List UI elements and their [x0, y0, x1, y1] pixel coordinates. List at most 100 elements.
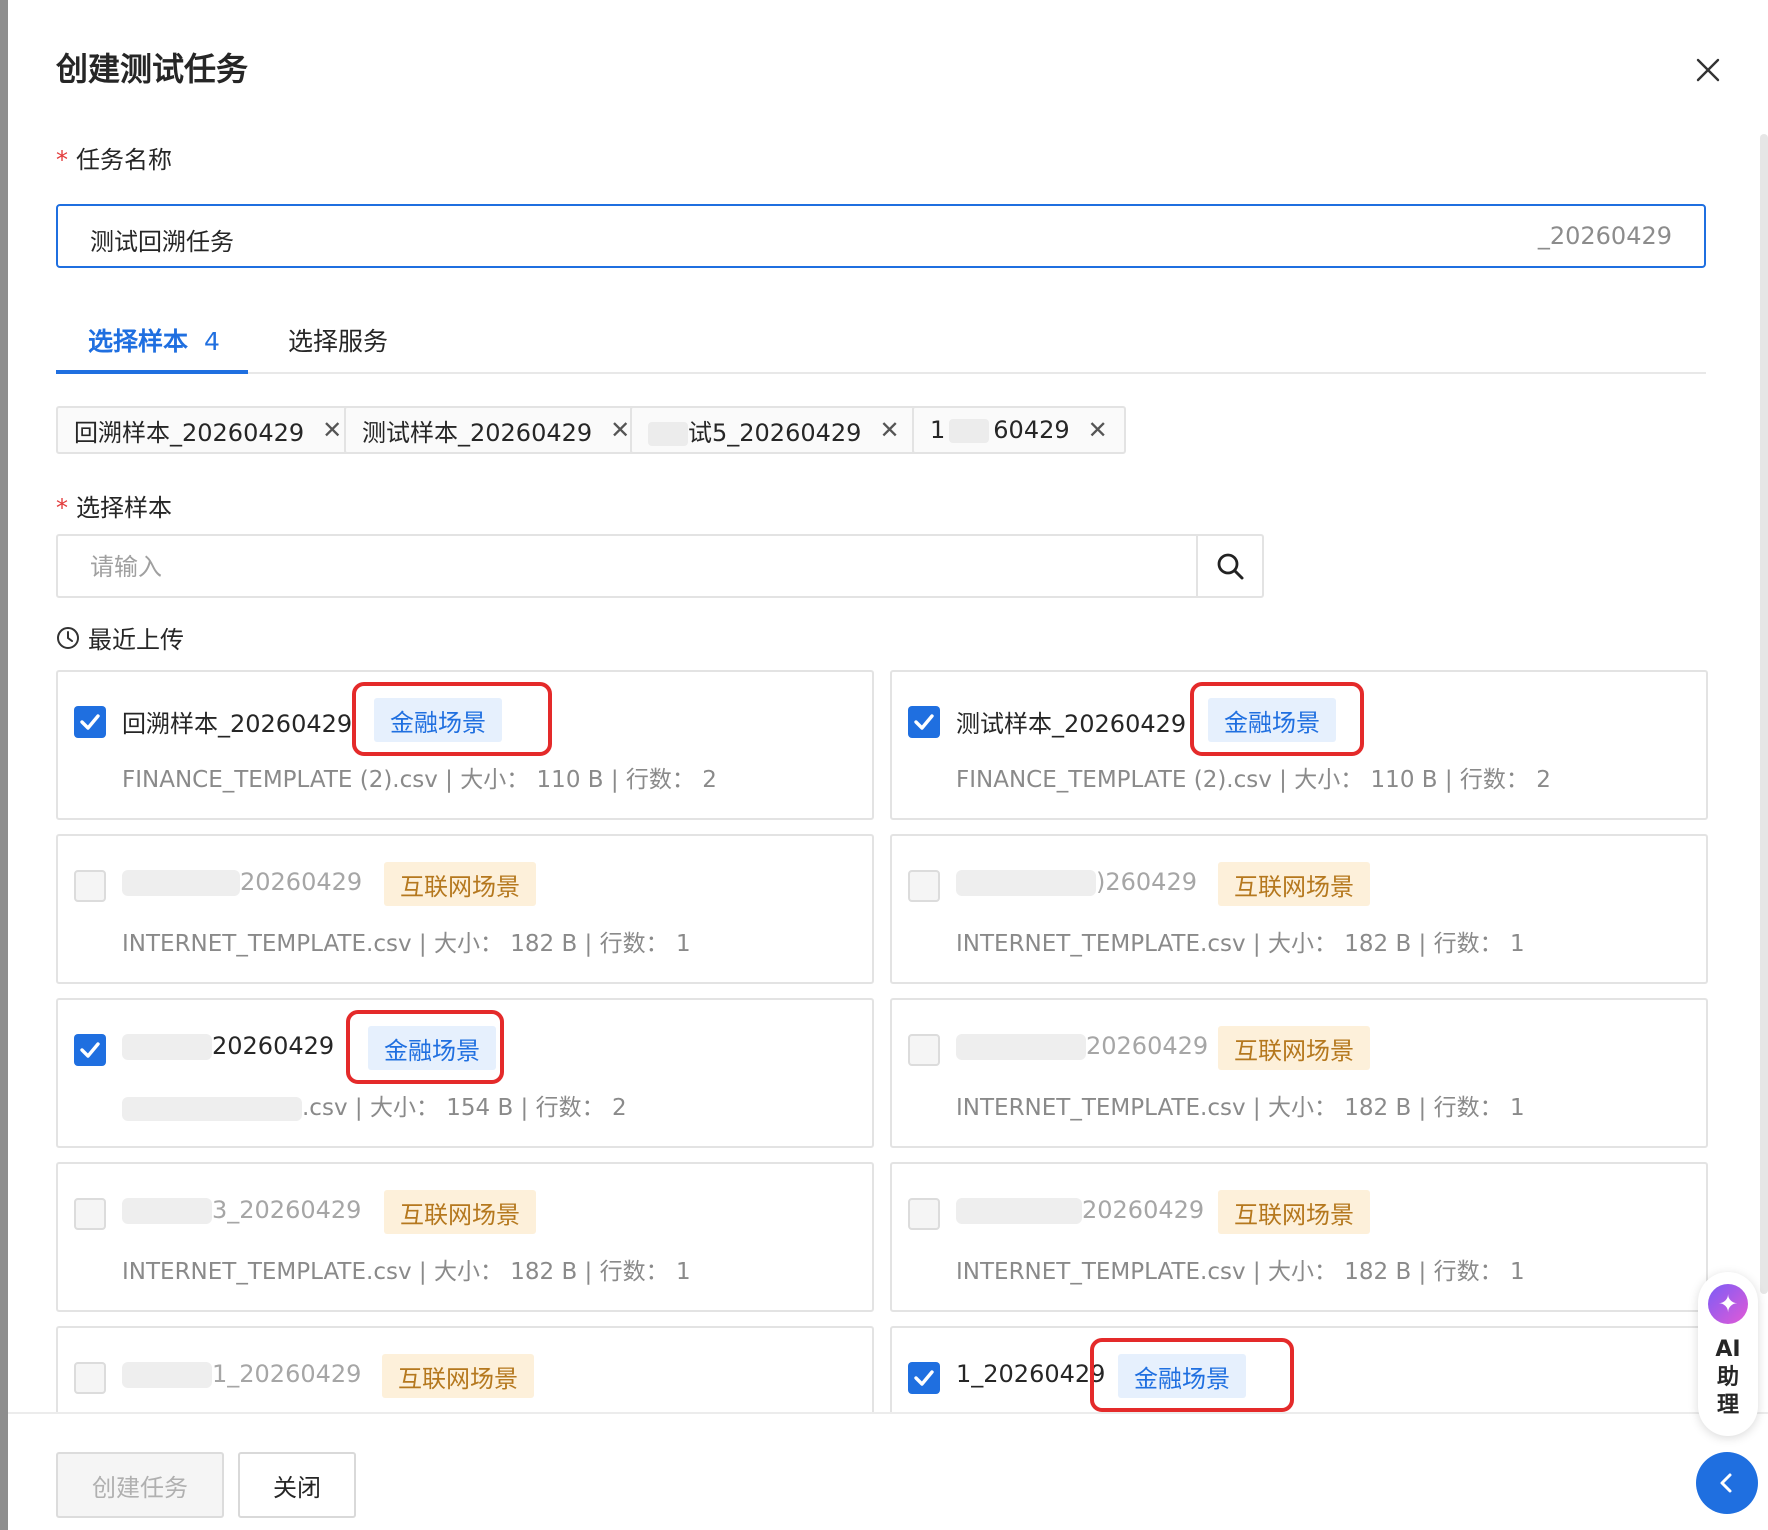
redacted-text: [122, 1362, 212, 1388]
file-name: INTERNET_TEMPLATE.csv: [122, 931, 412, 957]
sample-card[interactable]: 测试样本_20260429 金融场景 FINANCE_TEMPLATE (2).…: [890, 670, 1708, 820]
highlight-box: [346, 1010, 504, 1084]
sample-name: 1_20260429: [212, 1360, 362, 1388]
sample-checkbox[interactable]: [908, 1362, 940, 1394]
modal-title: 创建测试任务: [56, 50, 249, 88]
ai-label-char: 理: [1716, 1393, 1739, 1418]
scene-tag: 互联网场景: [384, 862, 536, 906]
modal-backdrop: [0, 0, 8, 1530]
ai-logo-icon: ✦: [1708, 1284, 1748, 1324]
sample-checkbox[interactable]: [908, 1034, 940, 1066]
tab-select-sample[interactable]: 选择样本 4: [88, 322, 220, 358]
sample-name: 20260429: [240, 868, 363, 896]
size-label: 大小：: [1294, 767, 1364, 793]
row-count: 2: [1536, 767, 1551, 793]
sample-checkbox[interactable]: [908, 706, 940, 738]
sample-checkbox[interactable]: [908, 1198, 940, 1230]
sample-card-list: 回溯样本_20260429 金融场景 FINANCE_TEMPLATE (2).…: [56, 670, 1716, 1412]
sample-checkbox[interactable]: [74, 1362, 106, 1394]
rows-label: 行数：: [1433, 1259, 1503, 1285]
redacted-text: [956, 1034, 1086, 1060]
row-count: 1: [675, 931, 691, 957]
file-size: 182 B: [1344, 1259, 1412, 1285]
sample-card[interactable]: 3_20260429 互联网场景 INTERNET_TEMPLATE.csv |…: [56, 1162, 874, 1312]
chip-label-prefix: 1: [930, 416, 946, 444]
highlight-box: [1090, 1338, 1294, 1412]
scene-tag: 互联网场景: [382, 1354, 534, 1398]
sample-card[interactable]: 20260429 互联网场景 INTERNET_TEMPLATE.csv | 大…: [890, 1162, 1708, 1312]
sample-name-row: 20260429: [122, 1032, 334, 1060]
file-size: 110 B: [536, 767, 604, 793]
sample-card[interactable]: 20260429 互联网场景 INTERNET_TEMPLATE.csv | 大…: [890, 998, 1708, 1148]
recent-uploads-label: 最近上传: [88, 626, 184, 654]
redacted-text: [122, 1096, 302, 1121]
sample-card[interactable]: 20260429 金融场景 .csv | 大小： 154 B | 行数： 2: [56, 998, 874, 1148]
create-task-button[interactable]: 创建任务: [56, 1452, 224, 1518]
sample-card[interactable]: 20260429 互联网场景 INTERNET_TEMPLATE.csv | 大…: [56, 834, 874, 984]
rows-label: 行数：: [599, 1259, 669, 1285]
size-label: 大小：: [460, 767, 530, 793]
scrollbar[interactable]: [1760, 134, 1768, 1294]
rows-label: 行数：: [599, 931, 669, 957]
file-name: INTERNET_TEMPLATE.csv: [122, 1259, 412, 1285]
ai-label-char: 助: [1716, 1365, 1739, 1390]
select-sample-label: * 选择样本: [56, 488, 172, 523]
size-label: 大小：: [433, 931, 503, 957]
task-name-label: * 任务名称: [56, 140, 172, 175]
scene-tag: 互联网场景: [1218, 1190, 1370, 1234]
tab-select-service[interactable]: 选择服务: [288, 322, 388, 358]
sample-checkbox[interactable]: [74, 1198, 106, 1230]
remove-chip-icon[interactable]: ✕: [1088, 416, 1108, 444]
sample-checkbox[interactable]: [908, 870, 940, 902]
sample-name-row: 20260429: [122, 868, 362, 896]
ai-assistant-panel[interactable]: ✦ AI 助 理: [1698, 1272, 1758, 1436]
file-size: 182 B: [1344, 1095, 1412, 1121]
check-icon: [80, 714, 100, 730]
task-name-value: 测试回溯任务: [90, 228, 234, 256]
collapse-button[interactable]: [1696, 1452, 1758, 1514]
sample-name: 20260429: [1082, 1196, 1205, 1224]
sample-card[interactable]: 1_20260429 互联网场景: [56, 1326, 874, 1412]
sample-card[interactable]: 1_20260429 金融场景: [890, 1326, 1708, 1412]
task-name-input[interactable]: 测试回溯任务 _20260429: [56, 204, 1706, 268]
close-button[interactable]: 关闭: [238, 1452, 356, 1518]
sample-checkbox[interactable]: [74, 870, 106, 902]
search-button[interactable]: [1196, 536, 1262, 596]
sample-card[interactable]: 回溯样本_20260429 金融场景 FINANCE_TEMPLATE (2).…: [56, 670, 874, 820]
file-size: 154 B: [446, 1095, 514, 1121]
select-sample-label-text: 选择样本: [76, 494, 172, 522]
sample-meta: FINANCE_TEMPLATE (2).csv | 大小： 110 B | 行…: [122, 767, 717, 793]
row-count: 1: [1509, 1095, 1525, 1121]
redacted-text: [122, 1198, 212, 1224]
redacted-text: [122, 1034, 212, 1060]
tab-active-indicator: [56, 370, 248, 374]
file-name: FINANCE_TEMPLATE (2).csv: [956, 767, 1272, 793]
redacted-text: [122, 870, 240, 896]
size-label: 大小：: [1267, 1259, 1337, 1285]
remove-chip-icon[interactable]: ✕: [610, 416, 630, 444]
sample-meta: FINANCE_TEMPLATE (2).csv | 大小： 110 B | 行…: [956, 767, 1551, 793]
rows-label: 行数：: [1433, 931, 1503, 957]
sample-card[interactable]: )260429 互联网场景 INTERNET_TEMPLATE.csv | 大小…: [890, 834, 1708, 984]
chip-label: 测试样本_20260429: [362, 418, 593, 447]
sample-checkbox[interactable]: [74, 1034, 106, 1066]
remove-chip-icon[interactable]: ✕: [322, 416, 342, 444]
sample-checkbox[interactable]: [74, 706, 106, 738]
sample-name-row: 3_20260429: [122, 1196, 361, 1224]
selected-chip: 测试样本_20260429 ✕: [344, 406, 649, 454]
required-mark: *: [56, 146, 68, 174]
redacted-text: [648, 421, 688, 446]
check-icon: [80, 1042, 100, 1058]
file-name: FINANCE_TEMPLATE (2).csv: [122, 767, 438, 793]
scene-tag: 互联网场景: [384, 1190, 536, 1234]
create-task-modal: 创建测试任务 * 任务名称 测试回溯任务 _20260429 选择样本 4 选择服务…: [8, 0, 1768, 1530]
close-icon[interactable]: [1688, 50, 1728, 90]
file-size: 182 B: [510, 931, 578, 957]
sample-name: 20260429: [212, 1032, 335, 1060]
file-size: 110 B: [1370, 767, 1438, 793]
sample-name-row: 20260429: [956, 1032, 1208, 1060]
file-size: 182 B: [1344, 931, 1412, 957]
ai-assistant-label: AI 助 理: [1713, 1336, 1743, 1420]
sample-search-input[interactable]: [90, 552, 1170, 582]
remove-chip-icon[interactable]: ✕: [879, 416, 899, 444]
